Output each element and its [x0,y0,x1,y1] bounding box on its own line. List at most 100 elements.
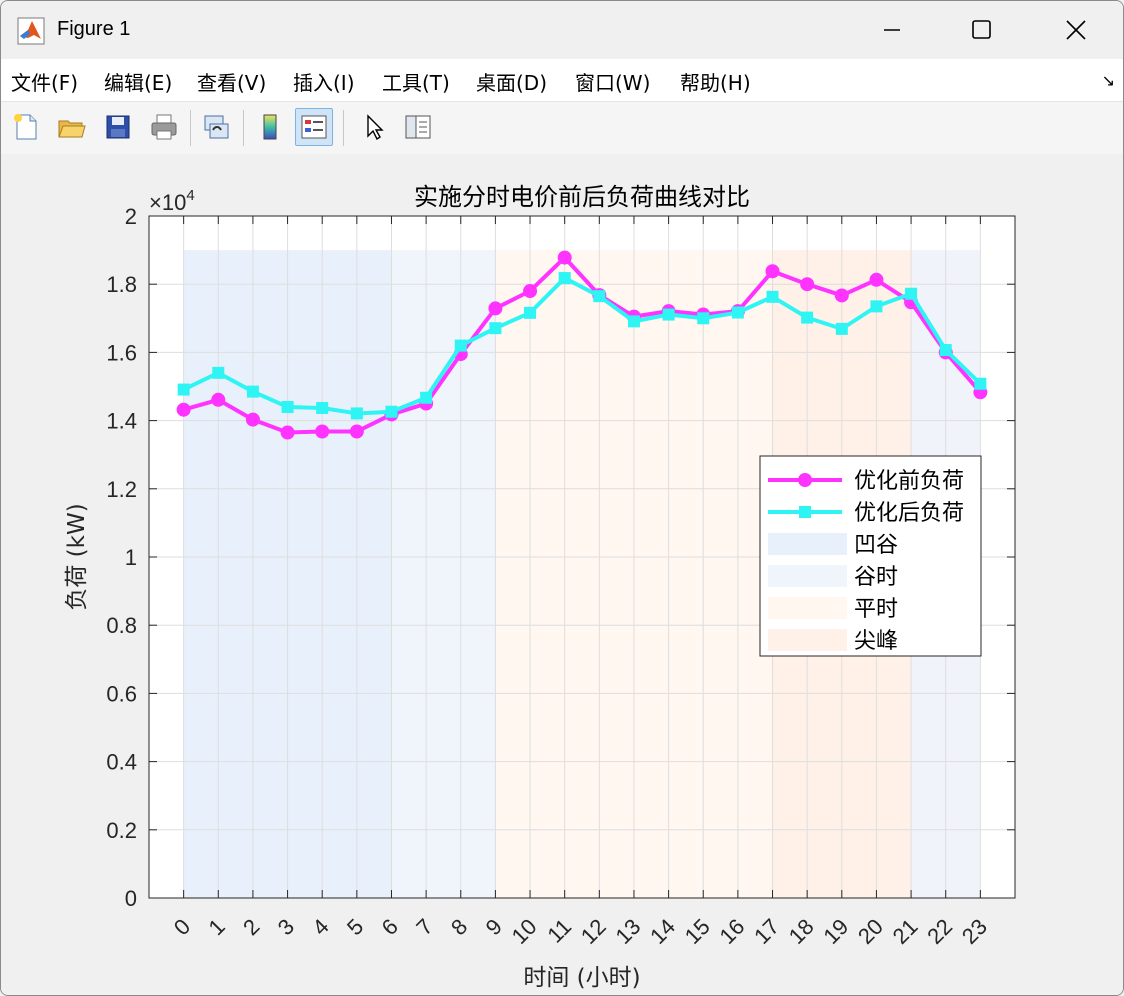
menu-window[interactable]: 窗口(W) [575,67,650,96]
y-tick-label: 1.8 [106,272,137,297]
edit-plot-icon [367,114,384,141]
band-1 [391,250,496,899]
close-icon [1066,20,1086,40]
x-tick-label: 22 [922,914,957,949]
data-point [245,412,260,427]
x-tick-label: 0 [169,914,195,940]
y-tick-label: 1.2 [106,477,137,502]
data-point [557,250,572,265]
legend-label: 凹谷 [854,533,898,558]
legend-button[interactable] [295,108,333,146]
legend-swatch [768,629,847,651]
data-point [349,424,364,439]
x-tick-label: 8 [446,914,472,940]
legend-marker [799,506,811,518]
menu-view[interactable]: 查看(V) [197,67,266,96]
data-point [488,301,503,316]
toolbar-separator [243,110,244,146]
print-icon [151,114,177,140]
link-plot-button[interactable] [197,108,235,146]
minimize-button[interactable] [869,9,915,51]
x-tick-label: 13 [611,914,646,949]
y-tick-label: 1.4 [106,409,137,434]
legend-swatch [768,597,847,619]
data-point [766,290,779,303]
legend-label: 平时 [854,597,898,622]
data-point [939,344,952,357]
y-axis-label: 负荷 (kW) [64,503,90,610]
x-tick-label: 4 [307,914,333,940]
x-tick-label: 3 [273,914,299,940]
menu-tools[interactable]: 工具(T) [382,67,450,96]
menu-desktop[interactable]: 桌面(D) [476,67,547,96]
data-point [731,306,744,319]
x-tick-label: 23 [957,914,992,949]
print-button[interactable] [145,108,183,146]
data-point [800,277,815,292]
data-point [627,315,640,328]
legend-icon [301,115,327,139]
data-point [454,339,467,352]
x-tick-label: 20 [853,914,888,949]
link-plot-icon [204,115,229,139]
y-tick-label: 0.8 [106,613,137,638]
menu-help[interactable]: 帮助(H) [680,67,751,96]
y-tick-label: 1 [125,545,137,570]
edit-plot-button[interactable] [355,108,393,146]
x-tick-label: 1 [203,914,229,940]
data-point [281,400,294,413]
property-inspector-button[interactable] [399,108,437,146]
data-point [835,322,848,335]
close-button[interactable] [1053,9,1099,51]
x-tick-label: 12 [576,914,611,949]
data-point [974,377,987,390]
data-point [315,424,330,439]
window-title: Figure 1 [57,18,131,40]
dock-arrow-icon[interactable]: ↘ [1102,71,1115,90]
legend-swatch [768,565,847,587]
colorbar-button[interactable] [251,108,289,146]
open-file-button[interactable] [52,108,90,146]
y-tick-label: 0.2 [106,818,137,843]
x-tick-label: 18 [784,914,819,949]
y-tick-label: 1.6 [106,340,137,365]
x-tick-label: 7 [411,914,437,940]
data-point [870,300,883,313]
data-point [834,288,849,303]
menu-edit[interactable]: 编辑(E) [104,67,172,96]
save-icon [106,115,130,139]
data-point [350,407,363,420]
x-tick-label: 15 [680,914,715,949]
data-point [316,401,329,414]
data-point [905,287,918,300]
menu-insert[interactable]: 插入(I) [293,67,355,96]
legend[interactable]: 优化前负荷优化后负荷凹谷谷时平时尖峰 [759,455,982,657]
x-axis-label: 时间 (小时) [523,965,640,991]
x-tick-label: 2 [238,914,264,940]
x-tick-label: 10 [507,914,542,949]
x-tick-label: 16 [714,914,749,949]
new-figure-button[interactable] [7,108,45,146]
data-point [176,402,191,417]
data-point [662,308,675,321]
data-point [211,392,226,407]
data-point [801,311,814,324]
chart-title: 实施分时电价前后负荷曲线对比 [414,183,750,211]
data-point [177,383,190,396]
x-tick-label: 14 [645,914,680,949]
x-tick-label: 11 [542,914,576,948]
menu-file[interactable]: 文件(F) [11,67,78,96]
colorbar-icon [263,114,277,140]
y-tick-label: 0 [125,886,137,911]
save-button[interactable] [99,108,137,146]
x-tick-label: 17 [749,914,784,949]
minimize-icon [884,29,900,31]
maximize-button[interactable] [959,9,1005,51]
new-figure-icon [14,114,37,140]
x-tick-label: 21 [888,914,923,949]
toolbar-separator [190,110,191,146]
data-point [765,264,780,279]
legend-marker [798,473,812,487]
data-point [246,385,259,398]
data-point [558,272,571,285]
